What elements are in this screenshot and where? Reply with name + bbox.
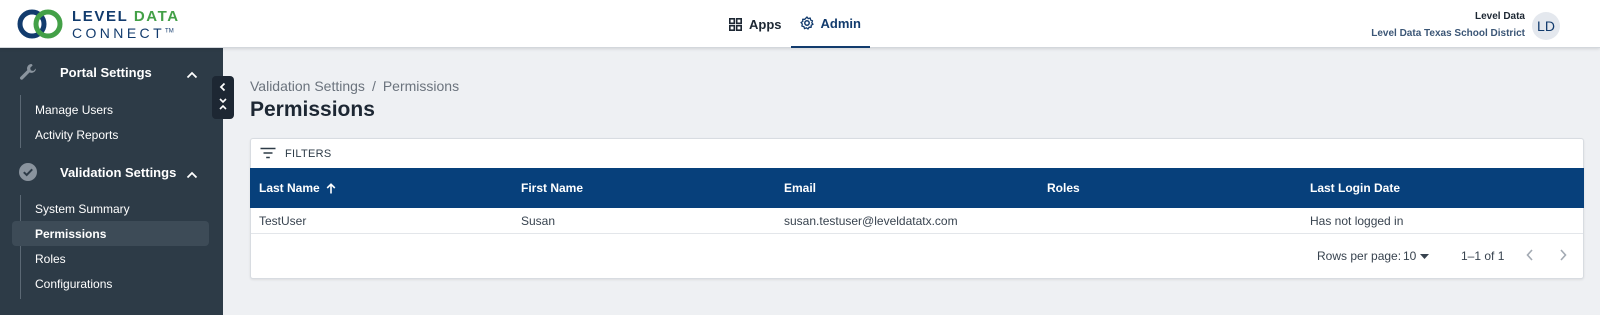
user-name: Level Data	[1474, 11, 1525, 22]
sidebar-item-manage-users[interactable]: Manage Users	[12, 97, 209, 122]
nav-admin-tab[interactable]: Admin	[790, 0, 870, 48]
logo-word-level: LEVEL	[72, 7, 129, 25]
sidebar-item-permissions[interactable]: Permissions	[12, 221, 209, 246]
logo-word-data: DATA	[133, 7, 180, 25]
breadcrumb-current: Permissions	[382, 78, 460, 94]
user-avatar[interactable]: LD	[1532, 12, 1560, 40]
chevron-right-icon[interactable]	[1558, 248, 1568, 265]
sidebar-item-activity-reports[interactable]: Activity Reports	[12, 122, 209, 147]
dropdown-arrow-icon	[1420, 253, 1430, 259]
sidebar-item-roles[interactable]: Roles	[12, 246, 209, 271]
check-circle-icon	[18, 162, 38, 182]
rows-per-page-value: 10	[1403, 249, 1417, 263]
level-data-connect-logo[interactable]: LEVEL DATA CONNECTTM	[16, 7, 180, 41]
cell-last-name: TestUser	[259, 214, 307, 228]
cell-first-name: Susan	[521, 214, 556, 228]
column-header-last-name[interactable]: Last Name	[259, 168, 336, 208]
nav-admin-label: Admin	[820, 15, 861, 31]
table-header: Last Name First Name Email Roles Last Lo…	[250, 168, 1584, 208]
rows-per-page-select[interactable]: 10	[1403, 249, 1430, 263]
nav-apps-tab[interactable]: Apps	[720, 0, 791, 48]
column-header-last-login-date[interactable]: Last Login Date	[1310, 168, 1400, 208]
user-district: Level Data Texas School District	[1371, 28, 1525, 39]
cell-last-login-date: Has not logged in	[1310, 214, 1404, 228]
pagination-range: 1–1 of 1	[1461, 249, 1505, 263]
sidebar-group-portal-settings[interactable]: Portal Settings	[0, 57, 223, 87]
collapse-all-icon[interactable]	[218, 97, 228, 116]
rows-per-page-label: Rows per page:	[1317, 249, 1402, 263]
grid-icon	[729, 17, 742, 31]
top-header: LEVEL DATA CONNECTTM Apps Admin Level Da…	[0, 0, 1600, 48]
sidebar-group-validation-settings[interactable]: Validation Settings	[0, 157, 223, 187]
chevron-up-icon[interactable]	[186, 166, 198, 184]
sidebar-item-configurations[interactable]: Configurations	[12, 271, 209, 296]
top-nav: Apps Admin	[720, 0, 870, 48]
logo-rings-icon	[17, 9, 63, 39]
cell-email: susan.testuser@leveldatatx.com	[784, 214, 958, 228]
logo-word-connect: CONNECT	[72, 24, 166, 41]
sidebar-group-label: Validation Settings	[60, 164, 177, 180]
table-row[interactable]: TestUser Susan susan.testuser@leveldatat…	[251, 208, 1583, 234]
column-header-roles[interactable]: Roles	[1047, 168, 1080, 208]
filters-label: FILTERS	[285, 148, 332, 160]
user-info: Level Data Level Data Texas School Distr…	[1371, 11, 1525, 39]
column-header-first-name[interactable]: First Name	[521, 168, 583, 208]
wrench-icon	[18, 62, 38, 82]
sidebar-group-label: Portal Settings	[60, 64, 152, 80]
page-title: Permissions	[250, 98, 375, 121]
sidebar-item-system-summary[interactable]: System Summary	[12, 196, 209, 221]
filters-button[interactable]: FILTERS	[260, 146, 332, 162]
chevron-up-icon[interactable]	[186, 66, 198, 84]
sort-ascending-icon[interactable]	[326, 182, 336, 194]
column-header-label: Last Name	[259, 181, 320, 195]
filter-list-icon	[260, 147, 276, 162]
sidebar-collapse-toggle[interactable]	[212, 76, 234, 119]
chevron-left-icon[interactable]	[1525, 248, 1535, 265]
gear-icon	[799, 16, 814, 30]
logo-trademark: TM	[165, 27, 174, 34]
breadcrumb-separator: /	[371, 78, 376, 94]
sidebar: Portal Settings Manage Users Activity Re…	[0, 48, 223, 315]
breadcrumb: Validation Settings / Permissions	[250, 78, 459, 94]
table-pagination: Rows per page: 10 1–1 of 1	[251, 235, 1583, 279]
chevron-left-icon[interactable]	[218, 79, 228, 97]
nav-apps-label: Apps	[749, 16, 782, 32]
column-header-email[interactable]: Email	[784, 168, 816, 208]
permissions-table-card: FILTERS Last Name First Name Email Roles…	[250, 138, 1584, 279]
breadcrumb-parent-link[interactable]: Validation Settings	[250, 78, 365, 94]
